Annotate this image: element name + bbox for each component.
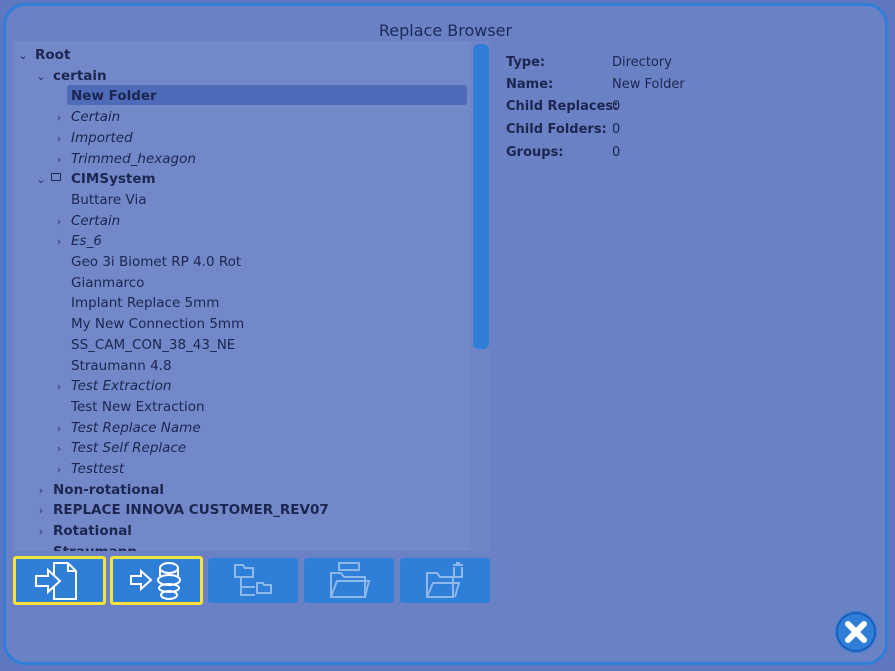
delete-folder-icon bbox=[426, 561, 463, 598]
tree-item[interactable]: › Certain bbox=[53, 211, 120, 231]
new-folder-button[interactable] bbox=[208, 558, 298, 603]
child-replaces-value: 0 bbox=[612, 99, 621, 114]
groups-label: Groups: bbox=[506, 145, 564, 160]
tree-item[interactable]: New Folder bbox=[53, 86, 157, 106]
tree-item-label: My New Connection 5mm bbox=[71, 316, 245, 333]
child-replaces-label: Child Replaces: bbox=[506, 99, 619, 114]
chevron-right-icon[interactable]: › bbox=[53, 419, 65, 439]
chevron-right-icon[interactable]: › bbox=[35, 543, 47, 551]
tree-item[interactable]: Buttare Via bbox=[53, 190, 147, 210]
tree-item-label: Buttare Via bbox=[71, 191, 147, 208]
tree-item[interactable]: › Imported bbox=[53, 128, 133, 148]
tree-item[interactable]: › Trimmed_hexagon bbox=[53, 149, 196, 169]
tree-item-label: Test Extraction bbox=[71, 378, 172, 395]
chevron-down-icon[interactable]: ⌄ bbox=[35, 170, 47, 190]
import-replace-icon bbox=[129, 561, 181, 600]
lock-icon bbox=[51, 173, 61, 182]
import-replace-button[interactable] bbox=[110, 556, 203, 605]
tree-item-label: Straumann bbox=[53, 544, 137, 551]
tree-item[interactable]: Gianmarco bbox=[53, 273, 144, 293]
tree-item[interactable]: ⌄ Root bbox=[17, 45, 70, 65]
tree-item-label: New Folder bbox=[71, 88, 157, 105]
tree-item[interactable]: › REPLACE INNOVA CUSTOMER_REV07 bbox=[35, 500, 329, 520]
tree-item[interactable]: › Es_6 bbox=[53, 231, 102, 251]
chevron-right-icon[interactable]: › bbox=[35, 522, 47, 542]
groups-value: 0 bbox=[612, 145, 621, 160]
tree-item[interactable]: › Test Replace Name bbox=[53, 418, 201, 438]
tree-item-label: Gianmarco bbox=[71, 274, 145, 291]
tree-item[interactable]: › Rotational bbox=[35, 521, 132, 541]
chevron-right-icon[interactable]: › bbox=[53, 129, 65, 149]
chevron-right-icon[interactable]: › bbox=[53, 212, 65, 232]
tree-item[interactable]: Straumann 4.8 bbox=[53, 356, 172, 376]
tree-item-label: certain bbox=[53, 67, 107, 84]
type-label: Type: bbox=[506, 55, 546, 70]
tree-item-label: Test Replace Name bbox=[71, 419, 201, 436]
tree-item[interactable]: › Certain bbox=[53, 107, 120, 127]
tree-item[interactable]: › Test Extraction bbox=[53, 376, 172, 397]
tree-item-label: Non-rotational bbox=[53, 481, 164, 498]
chevron-down-icon[interactable]: ⌄ bbox=[35, 67, 47, 87]
tree-item[interactable]: › Non-rotational bbox=[35, 480, 164, 500]
chevron-right-icon[interactable]: › bbox=[35, 481, 47, 501]
tree-item[interactable]: › Straumann bbox=[35, 542, 137, 551]
tree-item[interactable]: ⌄ CIMSystem bbox=[35, 169, 156, 190]
name-value: New Folder bbox=[612, 77, 685, 92]
rename-folder-icon bbox=[330, 561, 371, 598]
chevron-right-icon[interactable]: › bbox=[53, 439, 65, 459]
scrollbar-thumb[interactable] bbox=[473, 44, 489, 349]
tree-item[interactable]: Implant Replace 5mm bbox=[53, 293, 219, 313]
chevron-right-icon[interactable]: › bbox=[53, 232, 65, 252]
tree-item-label: Straumann 4.8 bbox=[71, 357, 172, 374]
tree-item-label: SS_CAM_CON_38_43_NE bbox=[71, 336, 236, 353]
tree-item-label: REPLACE INNOVA CUSTOMER_REV07 bbox=[53, 502, 329, 519]
tree-item-label: Geo 3i Biomet RP 4.0 Rot bbox=[71, 254, 242, 270]
tree-item-label: Certain bbox=[71, 212, 121, 229]
close-icon bbox=[836, 612, 876, 652]
child-folders-label: Child Folders: bbox=[506, 122, 607, 137]
tree-item[interactable]: › Testtest bbox=[53, 459, 124, 479]
tree-item-label: Rotational bbox=[53, 523, 132, 540]
chevron-down-icon[interactable]: ⌄ bbox=[17, 46, 29, 66]
tree-item-label: Implant Replace 5mm bbox=[71, 295, 220, 312]
chevron-right-icon[interactable]: › bbox=[35, 501, 47, 521]
import-file-button[interactable] bbox=[13, 556, 106, 605]
tree-item[interactable]: SS_CAM_CON_38_43_NE bbox=[53, 335, 235, 355]
delete-folder-button[interactable] bbox=[400, 558, 490, 603]
type-value: Directory bbox=[612, 55, 672, 70]
rename-folder-button[interactable] bbox=[304, 558, 394, 603]
tree-item-label: CIMSystem bbox=[71, 171, 156, 188]
tree-item[interactable]: ⌄ certain bbox=[35, 66, 107, 87]
name-label: Name: bbox=[506, 77, 554, 92]
tree-item[interactable]: Test New Extraction bbox=[53, 397, 205, 417]
tree-item-label: Test Self Replace bbox=[71, 440, 187, 457]
tree-item-label: Imported bbox=[71, 129, 133, 146]
chevron-right-icon[interactable]: › bbox=[53, 108, 65, 128]
tree-item[interactable]: My New Connection 5mm bbox=[53, 314, 244, 334]
child-folders-value: 0 bbox=[612, 122, 621, 137]
tree-item-label: Trimmed_hexagon bbox=[71, 150, 196, 167]
chevron-right-icon[interactable]: › bbox=[53, 150, 65, 170]
chevron-right-icon[interactable]: › bbox=[53, 377, 65, 397]
folder-tree-icon bbox=[234, 563, 272, 596]
tree-item-label: Es_6 bbox=[71, 233, 102, 250]
tree-item[interactable]: Geo 3i Biomet RP 4.0 Rot bbox=[53, 252, 241, 272]
chevron-right-icon[interactable]: › bbox=[53, 460, 65, 480]
window-title: Replace Browser bbox=[378, 21, 513, 40]
tree-item[interactable]: › Test Self Replace bbox=[53, 438, 186, 458]
tree-item-label: Certain bbox=[71, 109, 121, 126]
tree-panel[interactable]: ⌄ Root ⌄ certain New Folder › Certain › Imported… bbox=[13, 41, 470, 551]
tree-item-label: Test New Extraction bbox=[71, 398, 205, 415]
tree-item-label: Testtest bbox=[71, 461, 125, 477]
import-file-icon bbox=[34, 561, 77, 600]
close-button[interactable] bbox=[835, 611, 877, 653]
tree-item-label: Root bbox=[35, 47, 71, 63]
